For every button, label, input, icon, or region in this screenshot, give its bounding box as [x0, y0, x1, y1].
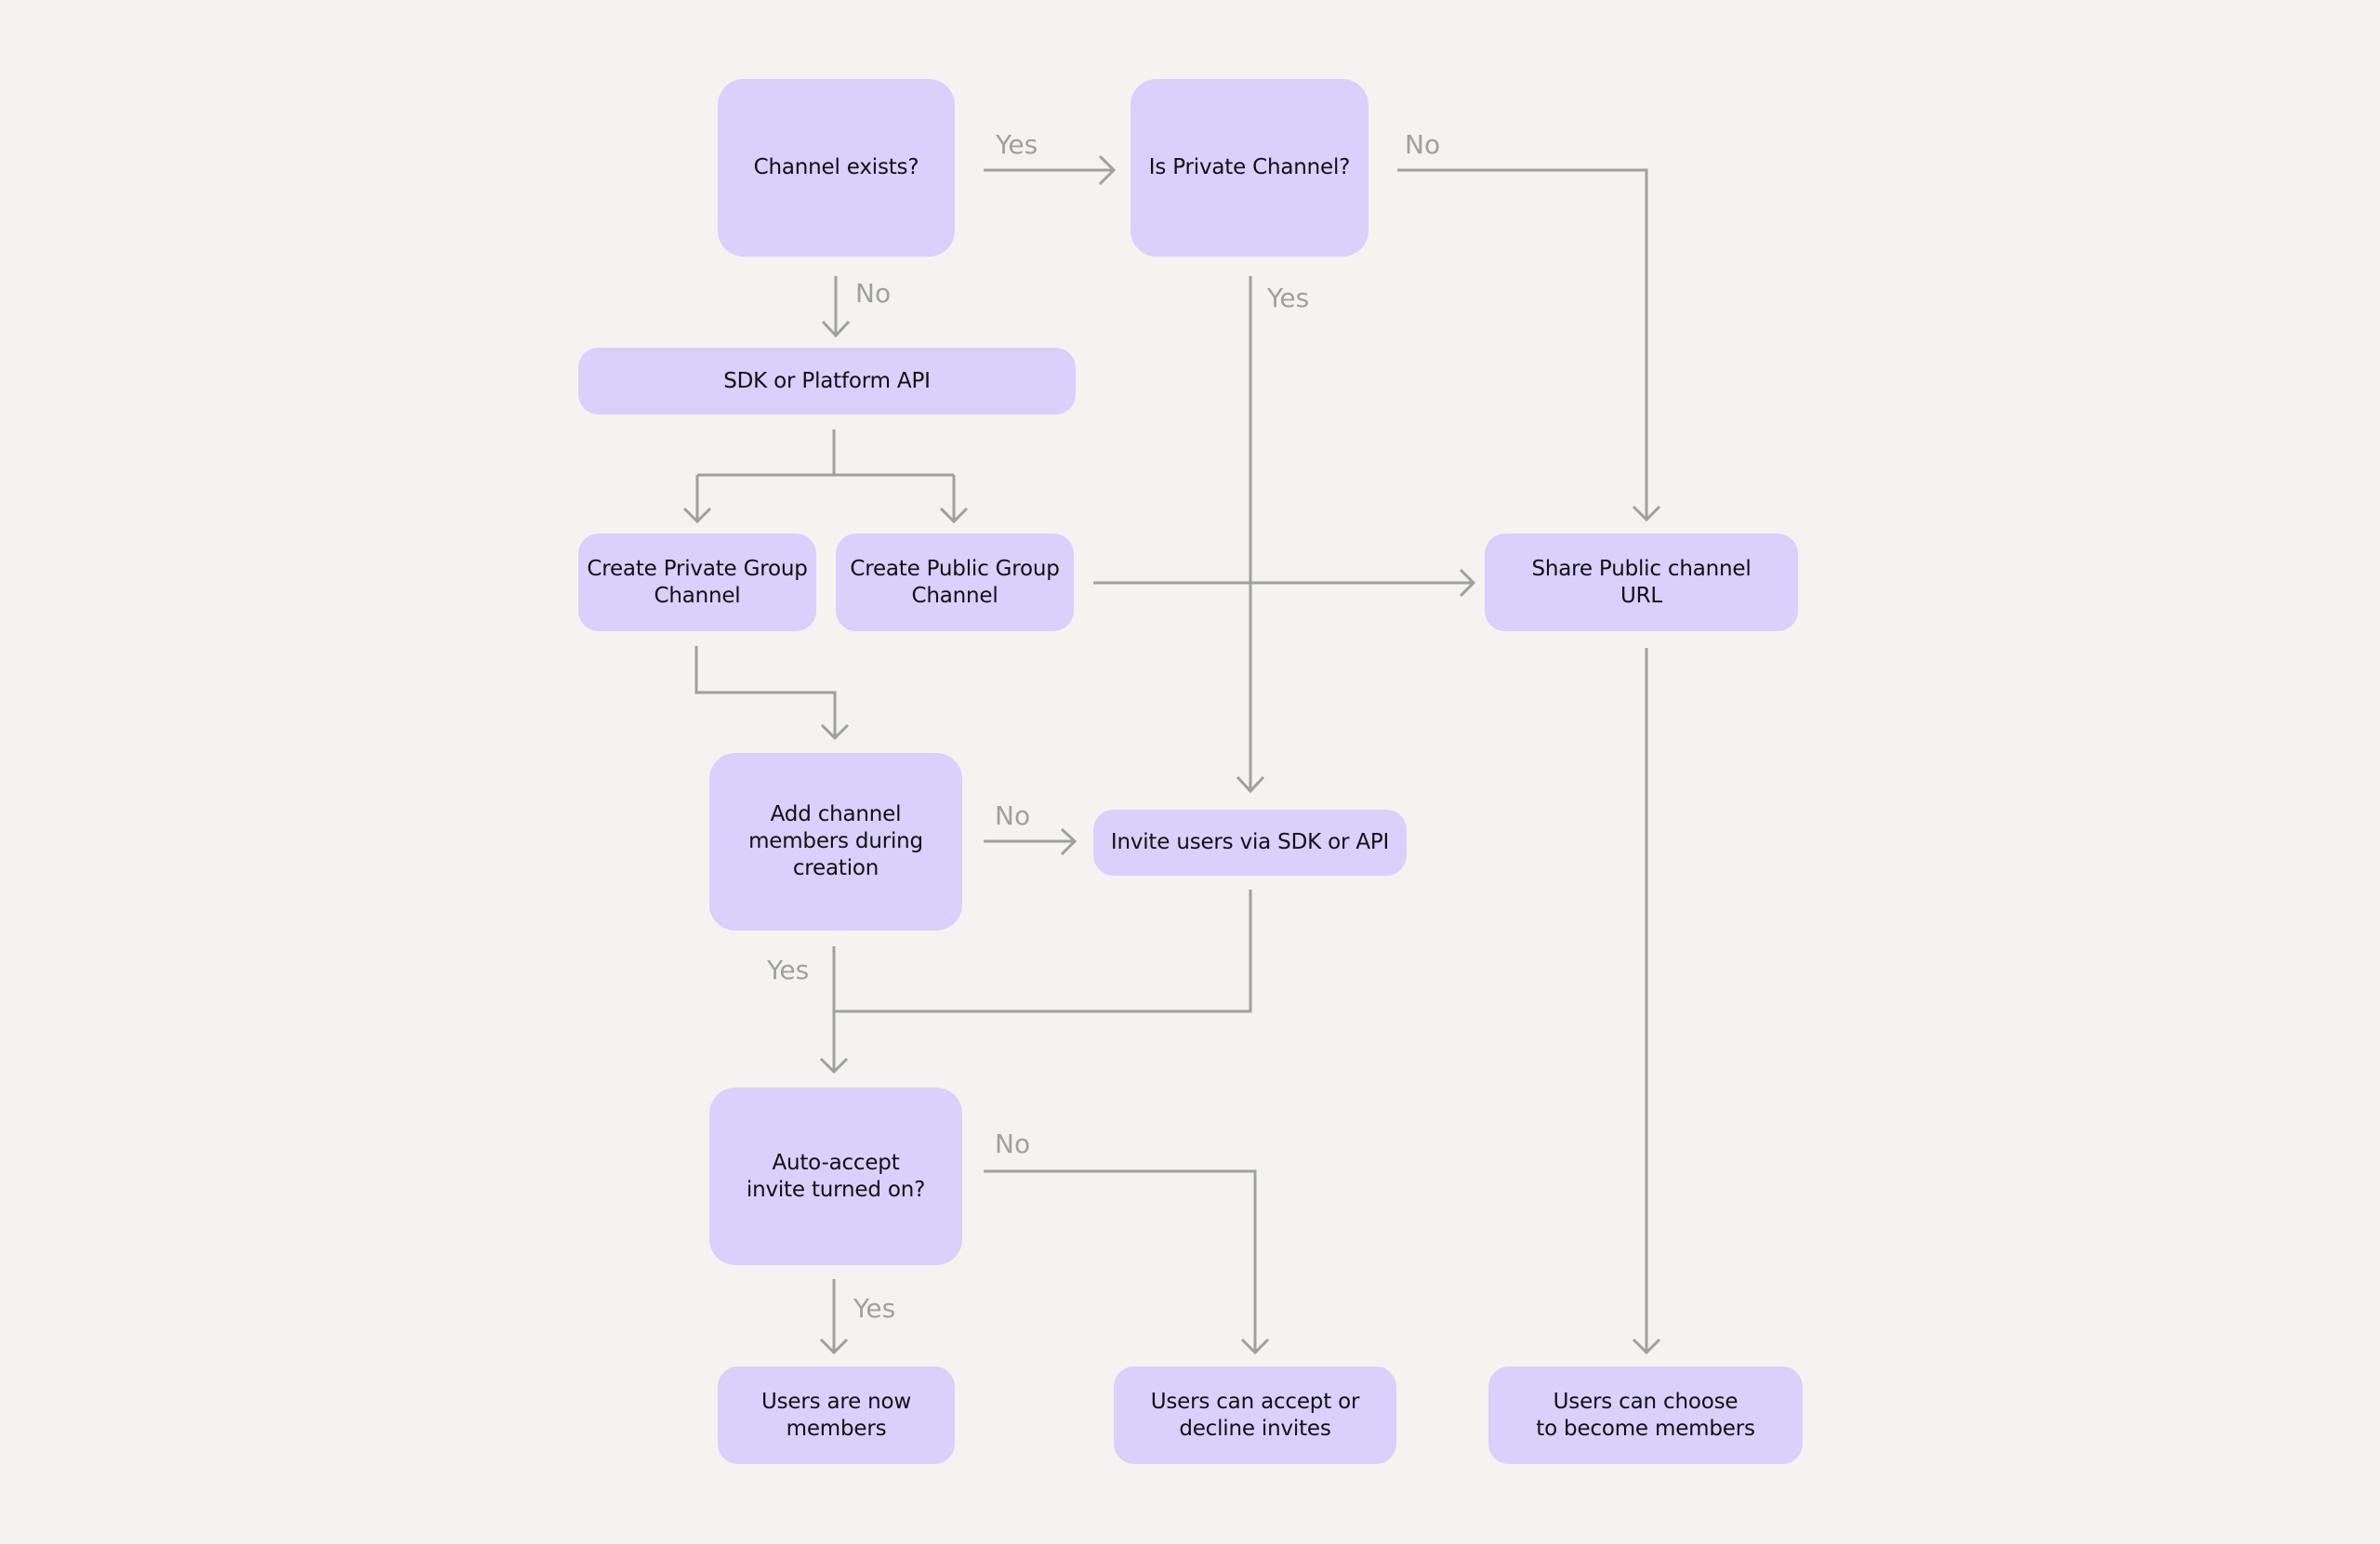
arrowhead-icon: [1060, 827, 1078, 856]
node-users-are-members: Users are now members: [718, 1366, 955, 1464]
arrowhead-icon: [819, 1057, 849, 1075]
edge-label-add-yes: Yes: [767, 955, 810, 985]
arrowhead-icon: [820, 723, 850, 741]
node-is-private-channel: Is Private Channel?: [1130, 79, 1368, 257]
arrowhead-icon: [682, 507, 712, 524]
node-users-choose: Users can choose to become members: [1488, 1366, 1803, 1464]
node-invite-users: Invite users via SDK or API: [1093, 810, 1407, 876]
edge-auto-no: [984, 1169, 1257, 1352]
node-create-private-group-channel: Create Private Group Channel: [578, 534, 816, 631]
edge-label-auto-no: No: [995, 1128, 1031, 1159]
node-share-public-channel-url: Share Public channel URL: [1485, 534, 1798, 631]
node-users-accept-decline: Users can accept or decline invites: [1114, 1366, 1396, 1464]
arrowhead-icon: [821, 320, 851, 338]
edge-label-auto-yes: Yes: [853, 1293, 896, 1324]
arrowhead-icon: [1459, 568, 1476, 598]
node-create-public-group-channel: Create Public Group Channel: [836, 534, 1074, 631]
arrowhead-icon: [1236, 775, 1265, 794]
arrowhead-icon: [819, 1338, 849, 1355]
node-add-channel-members: Add channel members during creation: [709, 753, 962, 930]
arrowhead-icon: [1632, 505, 1661, 522]
arrowhead-icon: [1240, 1338, 1270, 1355]
arrowhead-icon: [1098, 154, 1117, 186]
edge-label-private-no: No: [1405, 129, 1441, 160]
flowchart-canvas: Channel exists? Is Private Channel? SDK …: [0, 0, 2380, 1544]
node-auto-accept: Auto-accept invite turned on?: [709, 1088, 962, 1265]
edge-private-add: [694, 646, 837, 737]
edge-label-private-yes: Yes: [1267, 283, 1310, 313]
node-sdk-platform-api: SDK or Platform API: [578, 348, 1076, 415]
edge-sdk-split: [695, 429, 956, 521]
edge-label-exists-no: No: [855, 278, 892, 309]
node-channel-exists: Channel exists?: [718, 79, 955, 257]
edge-label-add-no: No: [995, 800, 1031, 831]
arrowhead-icon: [1632, 1338, 1661, 1355]
edge-label-exists-yes: Yes: [996, 129, 1038, 160]
arrowhead-icon: [939, 507, 969, 524]
edge-private-no: [1397, 168, 1648, 519]
